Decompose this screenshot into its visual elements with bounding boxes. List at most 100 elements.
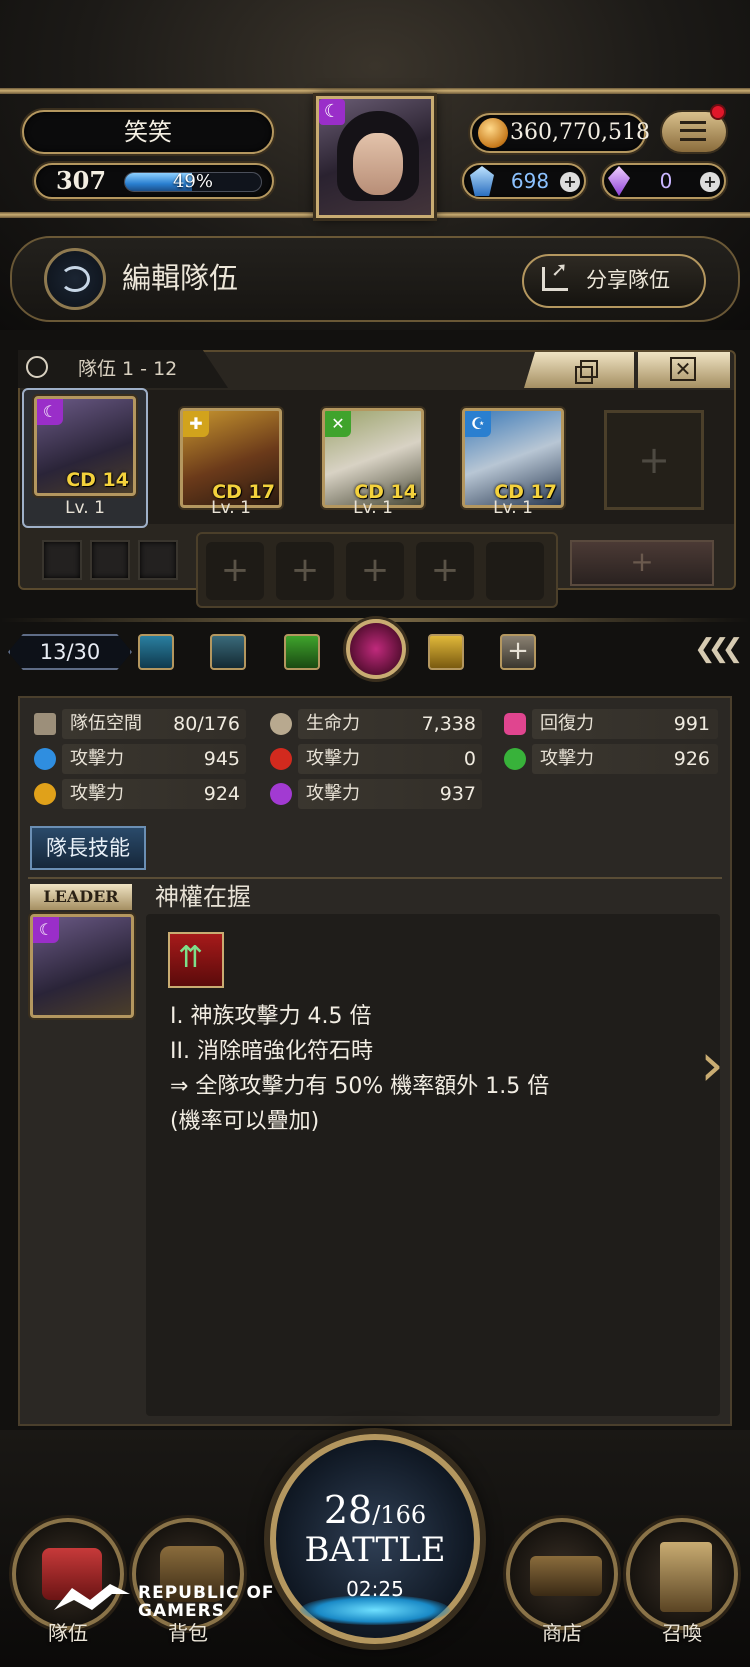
extra-slot[interactable]: +: [346, 542, 404, 600]
add-filter-button[interactable]: +: [500, 634, 536, 670]
stat-label: 攻擊力: [70, 748, 124, 769]
hp-drop-icon: [270, 713, 292, 735]
nav-shop-button[interactable]: [506, 1518, 618, 1630]
collapse-chevron-icon[interactable]: ❮❮❮: [694, 634, 743, 664]
nav-shop-label: 商店: [542, 1621, 582, 1645]
wood-attack-icon: [504, 748, 526, 770]
close-icon: ✕: [670, 357, 696, 381]
add-stone-button[interactable]: +: [560, 172, 580, 192]
team-member-card[interactable]: ✚ CD 17: [180, 408, 282, 508]
skill-line: (機率可以疊加): [170, 1109, 320, 1134]
stat-value: 937: [439, 783, 476, 805]
nav-team-label: 隊伍: [48, 1621, 88, 1645]
light-attribute-icon: ✚: [183, 411, 209, 437]
stamina-current: 28: [323, 1488, 373, 1532]
stat-label: 攻擊力: [70, 783, 124, 804]
flag-icon: [34, 713, 56, 735]
nav-summon-button[interactable]: [626, 1518, 738, 1630]
member-level: Lv. 1: [493, 498, 533, 518]
team-page-3[interactable]: [138, 540, 178, 580]
page-title: 編輯隊伍: [122, 261, 239, 295]
battle-label: BATTLE: [304, 1530, 446, 1570]
light-attack-icon: [34, 783, 56, 805]
stat-label: 回復力: [540, 713, 594, 734]
player-name: 笑笑: [124, 118, 172, 146]
xp-percent: 49%: [172, 171, 213, 192]
extra-slot[interactable]: +: [276, 542, 334, 600]
leader-skill-box: [146, 914, 720, 1416]
stat-value: 80/176: [173, 713, 240, 735]
add-crystal-button[interactable]: +: [700, 172, 720, 192]
fire-attack-icon: [270, 748, 292, 770]
leader-skill-tab[interactable]: 隊長技能: [30, 826, 146, 870]
stat-label: 隊伍空間: [70, 713, 142, 734]
team-page-2[interactable]: [90, 540, 130, 580]
empty-member-slot[interactable]: +: [604, 410, 704, 510]
race-filter-selected-icon[interactable]: [346, 619, 406, 679]
extra-slot[interactable]: +: [206, 542, 264, 600]
member-level: Lv. 1: [65, 498, 105, 518]
share-team-label: 分享隊伍: [586, 268, 670, 292]
leader-skill-name: 神權在握: [155, 883, 251, 911]
share-icon: [542, 257, 568, 291]
race-filter-demon-icon[interactable]: [210, 634, 246, 670]
team-member-card[interactable]: ✕ CD 14: [322, 408, 424, 508]
skill-line: II. 消除暗強化符石時: [170, 1039, 373, 1064]
stamina-max: /166: [372, 1501, 427, 1529]
nav-bag-label: 背包: [168, 1621, 208, 1645]
extra-slot[interactable]: +: [416, 542, 474, 600]
next-arrow-icon[interactable]: ›: [700, 1030, 724, 1100]
stamina-timer: 02:25: [346, 1577, 404, 1601]
copy-icon: [575, 360, 598, 384]
stat-value: 924: [203, 783, 240, 805]
back-arrow-icon: [60, 266, 90, 292]
avatar-face: [353, 133, 403, 195]
coin-amount: 360,770,518: [510, 120, 650, 145]
coin-icon: [478, 118, 508, 148]
stat-value: 0: [463, 748, 476, 770]
dark-attribute-icon: ☾: [33, 917, 59, 943]
member-level: Lv. 1: [353, 498, 393, 518]
wood-attribute-icon: ✕: [325, 411, 351, 437]
up-arrow-icon: ⇈: [178, 940, 204, 975]
skill-line: ⇒ 全隊攻擊力有 50% 機率額外 1.5 倍: [170, 1074, 550, 1099]
water-attribute-icon: ☪: [465, 411, 491, 437]
member-level: Lv. 1: [211, 498, 251, 518]
summon-card-icon: [660, 1542, 712, 1612]
race-filter-human-icon[interactable]: [284, 634, 320, 670]
stat-value: 945: [203, 748, 240, 770]
header-frame-top: [0, 88, 750, 94]
heart-icon: [504, 713, 526, 735]
dark-attack-icon: [270, 783, 292, 805]
player-name-pill[interactable]: 笑笑: [22, 110, 274, 154]
stat-label: 攻擊力: [306, 748, 360, 769]
skill-line: I. 神族攻擊力 4.5 倍: [170, 1004, 372, 1029]
team-member-card[interactable]: ☪ CD 17: [462, 408, 564, 508]
stamina-display: 28/166: [270, 1488, 480, 1532]
stat-label: 攻擊力: [306, 783, 360, 804]
leader-card[interactable]: ☾: [30, 914, 134, 1018]
team-member-card[interactable]: ☾ CD 14: [34, 396, 136, 496]
leader-badge: LEADER: [30, 884, 132, 910]
cooldown-label: CD 14: [66, 469, 129, 491]
player-level: 307: [55, 166, 107, 195]
rog-watermark: REPUBLIC OF GAMERS: [138, 1584, 275, 1620]
team-page-1[interactable]: [42, 540, 82, 580]
stat-label: 生命力: [306, 713, 360, 734]
dark-attribute-icon: ☾: [37, 399, 63, 425]
dark-attribute-icon: ☾: [319, 99, 345, 125]
crystal-amount: 0: [659, 169, 673, 193]
rog-line-2: GAMERS: [138, 1601, 225, 1621]
race-filter-beast-icon[interactable]: [428, 634, 464, 670]
rog-logo-icon: [54, 1584, 130, 1610]
race-filter-god-icon[interactable]: [138, 634, 174, 670]
notification-dot: [710, 104, 726, 120]
extra-slot-blank: [486, 542, 544, 600]
locked-slot[interactable]: +: [570, 540, 714, 586]
shop-icon: [530, 1556, 602, 1596]
stat-value: 991: [673, 713, 710, 735]
player-avatar[interactable]: ☾: [316, 96, 434, 218]
rog-line-1: REPUBLIC OF: [138, 1583, 275, 1603]
stat-value: 926: [673, 748, 710, 770]
menu-icon: [680, 121, 706, 141]
